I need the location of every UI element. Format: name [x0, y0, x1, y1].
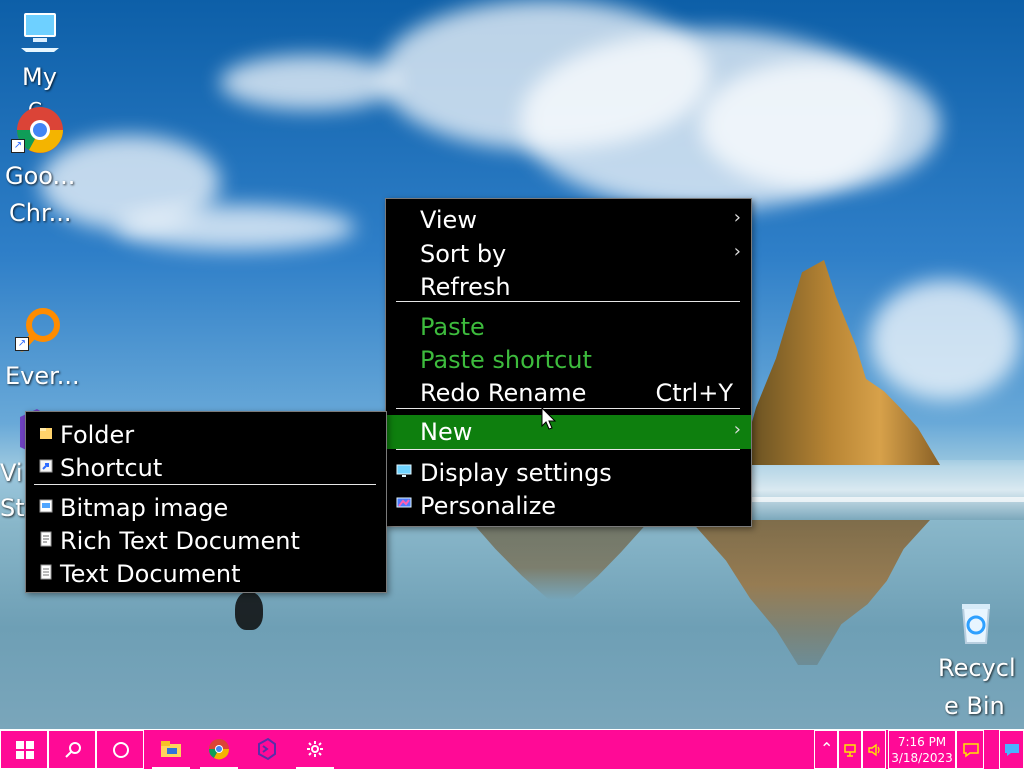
bitmap-image-icon — [39, 499, 53, 513]
chevron-right-icon: › — [733, 207, 741, 228]
chevron-right-icon: › — [733, 241, 741, 262]
chrome-icon — [208, 739, 230, 760]
desktop-icon-sublabel: Chr... — [9, 199, 72, 227]
desktop-icon-sublabel: e Bin — [944, 692, 1005, 720]
network-button[interactable] — [838, 730, 862, 769]
menu-separator — [396, 408, 740, 409]
folder-icon — [40, 428, 52, 439]
desktop-icon-label: Ever... — [5, 362, 80, 390]
clock-time: 7:16 PM — [897, 735, 947, 749]
desktop-context-menu: View › Sort by › Refresh Paste Paste sho… — [385, 198, 752, 527]
chat-icon — [1005, 744, 1019, 756]
menu-item-label: New — [420, 418, 473, 446]
menu-item-label: Display settings — [420, 459, 612, 487]
menu-item-label: Redo Rename — [420, 379, 587, 407]
rich-text-document-icon — [40, 531, 52, 547]
personalize-icon — [396, 497, 412, 508]
cortana-circle-icon — [113, 742, 129, 758]
taskbar: ⌃ 7:16 PM 3/18/2023 — [0, 729, 1024, 769]
network-icon — [844, 744, 856, 757]
desktop-icon-recycle-bin[interactable]: Recycl e Bin — [930, 600, 1024, 725]
menu-item-redo-rename[interactable]: Redo Rename Ctrl+Y — [386, 376, 751, 410]
taskbar-clock[interactable]: 7:16 PM 3/18/2023 — [888, 730, 956, 769]
menu-item-label: Paste shortcut — [420, 346, 592, 374]
mouse-pointer-icon — [541, 407, 557, 430]
menu-item-personalize[interactable]: Personalize — [386, 489, 751, 523]
menu-item-paste[interactable]: Paste — [386, 310, 751, 344]
menu-item-label: Paste — [420, 313, 485, 341]
submenu-item-label: Shortcut — [60, 454, 163, 482]
keyboard-shortcut: Ctrl+Y — [655, 379, 733, 407]
monitor-icon — [21, 13, 59, 52]
notifications-icon — [963, 743, 979, 758]
shortcut-arrow-icon: ↗ — [15, 337, 29, 351]
menu-item-display-settings[interactable]: Display settings — [386, 456, 751, 490]
desktop-icon-my-computer[interactable]: My C — [12, 12, 72, 122]
submenu-item-text-document[interactable]: Text Document — [26, 557, 386, 591]
menu-separator — [396, 301, 740, 302]
menu-item-label: Sort by — [420, 240, 507, 268]
desktop-icon-sublabel: St — [0, 494, 25, 522]
menu-item-refresh[interactable]: Refresh — [386, 270, 751, 304]
water-reflection — [470, 520, 650, 600]
chrome-taskbar-button[interactable] — [198, 730, 240, 769]
folder-icon — [161, 741, 181, 757]
menu-item-new[interactable]: New › — [386, 415, 751, 449]
menu-separator — [396, 449, 740, 450]
volume-button[interactable] — [862, 730, 886, 769]
submenu-item-label: Folder — [60, 421, 135, 449]
desktop-icon-everything[interactable]: ↗ Ever... — [5, 305, 85, 395]
desktop-icon-label: Goo... — [5, 162, 76, 190]
file-explorer-taskbar-button[interactable] — [150, 730, 192, 769]
menu-item-label: Refresh — [420, 273, 511, 301]
visual-studio-taskbar-button[interactable] — [246, 730, 288, 769]
clock-date: 3/18/2023 — [891, 751, 953, 765]
desktop-icon-google-chrome[interactable]: ↗ Goo... Chr... — [5, 105, 76, 227]
search-button[interactable] — [48, 730, 96, 769]
submenu-item-label: Rich Text Document — [60, 527, 300, 555]
task-view-button[interactable] — [96, 730, 144, 769]
show-hidden-icons-button[interactable]: ⌃ — [814, 730, 838, 769]
action-center-button[interactable] — [956, 730, 984, 769]
start-button[interactable] — [0, 730, 48, 769]
menu-item-label: View — [420, 206, 477, 234]
shortcut-arrow-icon: ↗ — [11, 139, 25, 153]
search-icon — [65, 742, 81, 758]
chevron-up-icon: ⌃ — [820, 739, 834, 758]
show-desktop-button[interactable] — [999, 730, 1024, 769]
submenu-item-label: Text Document — [60, 560, 241, 588]
volume-icon — [868, 743, 880, 757]
menu-item-label: Personalize — [420, 492, 557, 520]
chevron-right-icon: › — [733, 419, 741, 440]
rock-reflection — [690, 520, 930, 665]
settings-taskbar-button[interactable] — [294, 730, 336, 769]
submenu-item-bitmap-image[interactable]: Bitmap image — [26, 491, 386, 525]
shortcut-icon — [39, 459, 53, 473]
submenu-item-rich-text-document[interactable]: Rich Text Document — [26, 524, 386, 558]
submenu-item-folder[interactable]: Folder — [26, 418, 386, 452]
desktop-icon-label: Vi — [0, 459, 23, 487]
text-document-icon — [40, 564, 52, 580]
new-submenu: Folder Shortcut Bitmap image Rich Text D… — [25, 411, 387, 593]
visual-studio-icon — [258, 737, 276, 761]
desktop-icon-label: My — [22, 63, 57, 91]
gear-icon — [307, 741, 323, 757]
desktop-icon-label: Recycl — [938, 654, 1016, 682]
menu-item-paste-shortcut[interactable]: Paste shortcut — [386, 343, 751, 377]
submenu-item-shortcut[interactable]: Shortcut — [26, 451, 386, 485]
display-settings-icon — [396, 464, 412, 477]
windows-logo-icon — [16, 741, 34, 759]
menu-item-sort-by[interactable]: Sort by › — [386, 237, 751, 271]
recycle-bin-icon — [961, 604, 991, 644]
submenu-item-label: Bitmap image — [60, 494, 229, 522]
menu-item-view[interactable]: View › — [386, 203, 751, 237]
menu-separator — [34, 484, 376, 485]
